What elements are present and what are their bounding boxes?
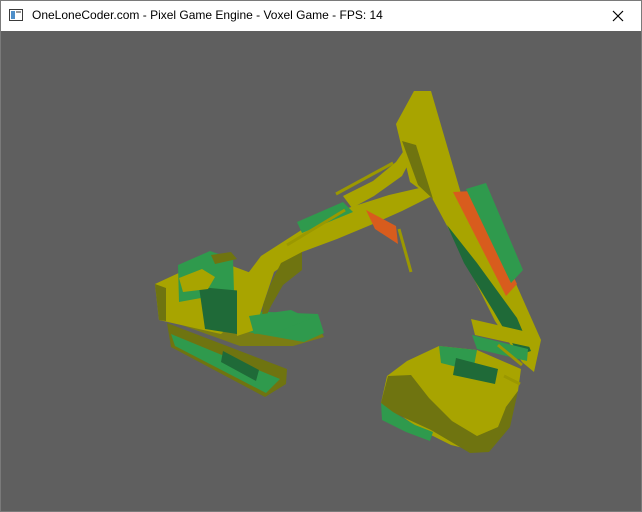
- game-viewport[interactable]: [1, 31, 641, 511]
- window-app-icon: [9, 9, 23, 21]
- excavator-render: [155, 91, 541, 453]
- excavator-stick: [396, 91, 541, 372]
- excavator-bucket: [381, 346, 521, 453]
- title-bar[interactable]: OneLoneCoder.com - Pixel Game Engine - V…: [1, 1, 641, 31]
- close-button[interactable]: [595, 1, 641, 31]
- close-icon: [612, 10, 624, 22]
- excavator-cab: [155, 251, 251, 334]
- app-window: OneLoneCoder.com - Pixel Game Engine - V…: [0, 0, 642, 512]
- window-title: OneLoneCoder.com - Pixel Game Engine - V…: [32, 8, 383, 22]
